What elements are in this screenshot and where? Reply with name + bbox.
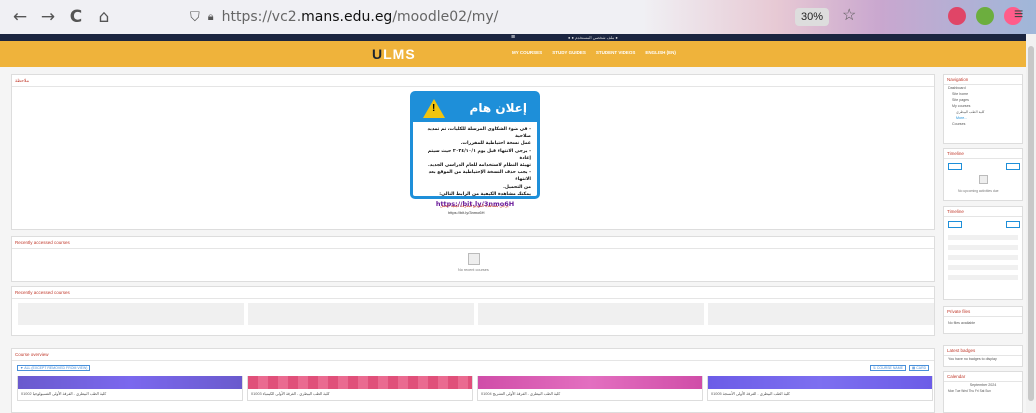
timeline-sort-button[interactable] bbox=[1006, 221, 1020, 228]
latest-badges-text: You have no badges to display bbox=[948, 357, 997, 361]
announcement-line: - يرجى الانتهاء قبل يوم ٢٠٢٤/١٠/١ حيث سي… bbox=[427, 148, 531, 161]
block-heading: Navigation bbox=[944, 75, 1022, 85]
reload-icon[interactable]: C bbox=[62, 3, 90, 31]
announcement-header: ! إعلان هام bbox=[413, 94, 537, 122]
empty-state-icon bbox=[979, 175, 988, 184]
bookmark-star-icon[interactable]: ☆ bbox=[842, 5, 856, 25]
placeholder-row bbox=[948, 275, 1018, 280]
course-name[interactable]: كلية الطب البيطري - الفرقة الأولى الفسيو… bbox=[21, 391, 106, 396]
announcement-line: من التحميل. bbox=[503, 184, 531, 190]
course-image bbox=[478, 376, 702, 389]
placeholder-row bbox=[948, 245, 1018, 250]
course-name[interactable]: كلية الطب البيطري - الفرقة الأولى الأنسج… bbox=[711, 391, 790, 396]
block-heading: Latest badges bbox=[944, 346, 1022, 356]
empty-state-text: No upcoming activities due bbox=[958, 189, 999, 193]
recent-courses-block: Recently accessed courses No recent cour… bbox=[11, 236, 935, 282]
hamburger-icon[interactable]: ≡ bbox=[511, 34, 515, 41]
announcement-line: - في ضوء الشكاوى المرسلة للكليات، تم تمد… bbox=[427, 127, 531, 140]
placeholder-row bbox=[948, 255, 1018, 260]
browser-toolbar: ← → C ⌂ ⛉ 🔒︎ https://vc2.mans.edu.eg/moo… bbox=[0, 0, 1036, 34]
course-overview-block: Course overview ▼ ALL (EXCEPT REMOVED FR… bbox=[11, 348, 935, 413]
nav-my-courses[interactable]: MY COURSES bbox=[512, 50, 542, 55]
placeholder-card bbox=[478, 303, 704, 325]
empty-state-icon bbox=[468, 253, 480, 265]
recent-items-block: Recently accessed courses bbox=[11, 286, 935, 336]
block-heading: Timeline bbox=[944, 149, 1022, 159]
block-heading: Course overview bbox=[12, 349, 934, 361]
announcement-card: ! إعلان هام - في ضوء الشكاوى المرسلة للك… bbox=[410, 91, 540, 208]
block-heading: Calendar bbox=[944, 372, 1022, 382]
announcement-caption-link[interactable]: https://bit.ly/3nmo6H bbox=[448, 210, 484, 215]
nav-student-videos[interactable]: STUDENT VIDEOS bbox=[596, 50, 636, 55]
back-icon[interactable]: ← bbox=[6, 3, 34, 31]
announcement-body: - في ضوء الشكاوى المرسلة للكليات، تم تمد… bbox=[413, 122, 537, 212]
calendar-days: Mon Tue Wed Thu Fri Sat Sun bbox=[948, 389, 991, 393]
pocket-icon[interactable] bbox=[948, 7, 966, 25]
timeline-sort-button[interactable] bbox=[1006, 163, 1020, 170]
placeholder-card bbox=[708, 303, 934, 325]
site-header: ULMS MY COURSES STUDY GUIDES STUDENT VID… bbox=[0, 41, 1026, 67]
timeline-filter-button[interactable] bbox=[948, 163, 962, 170]
site-topbar: ≡ ● ● ملف شخصي المستخدم ● bbox=[0, 34, 1026, 41]
private-files-text: No files available bbox=[948, 321, 976, 325]
filter-dropdown[interactable]: ▼ ALL (EXCEPT REMOVED FROM VIEW) bbox=[17, 365, 91, 371]
placeholder-row bbox=[948, 265, 1018, 270]
home-icon[interactable]: ⌂ bbox=[90, 3, 118, 31]
address-bar[interactable]: ⛉ 🔒︎ https://vc2.mans.edu.eg/moodle02/my… bbox=[190, 6, 830, 28]
announcement-caption: يرجى مشاهدة الفيديو لمعرفة كيفية العمل bbox=[440, 203, 509, 208]
placeholder-card bbox=[248, 303, 474, 325]
course-image bbox=[248, 376, 472, 389]
latest-badges-block: Latest badges You have no badges to disp… bbox=[943, 345, 1023, 367]
announcement-line: تهيئة النظام لاستخدامه للعام الدراسي الج… bbox=[427, 163, 531, 169]
nav-courses[interactable]: Courses bbox=[944, 121, 1022, 127]
announcement-line: عمل نسخة احتياطية للمقررات. bbox=[460, 141, 531, 147]
announcement-line: يمكنك مشاهدة الكيفية من الرابط التالي: bbox=[439, 191, 531, 197]
block-heading: ملاحظة bbox=[12, 75, 934, 87]
course-card[interactable]: كلية الطب البيطري - الفرقة الأولى الأنسج… bbox=[707, 376, 933, 401]
nav-language[interactable]: ENGLISH (EN) bbox=[645, 50, 676, 55]
course-image bbox=[708, 376, 932, 389]
extension-icons bbox=[948, 7, 1022, 25]
block-heading: Recently accessed courses bbox=[12, 237, 934, 249]
lock-icon: 🔒︎ bbox=[207, 10, 214, 23]
course-name[interactable]: كلية الطب البيطري - الفرقة الأولى التشري… bbox=[481, 391, 560, 396]
private-files-block: Private files No files available bbox=[943, 306, 1023, 334]
user-menu[interactable]: ● ● ملف شخصي المستخدم ● bbox=[568, 35, 618, 40]
block-heading: Timeline bbox=[944, 207, 1022, 217]
warning-icon: ! bbox=[423, 98, 445, 118]
course-card[interactable]: كلية الطب البيطري - الفرقة الأولى التشري… bbox=[477, 376, 703, 401]
site-logo[interactable]: ULMS bbox=[372, 46, 416, 62]
scrollbar-thumb[interactable] bbox=[1028, 46, 1034, 401]
course-name[interactable]: كلية الطب البيطري - الفرقة الأولى الكيمي… bbox=[251, 391, 329, 396]
timeline-block-2: Timeline bbox=[943, 206, 1023, 300]
empty-state-text: No recent courses bbox=[458, 268, 489, 272]
calendar-block: Calendar September 2024 Mon Tue Wed Thu … bbox=[943, 371, 1023, 413]
block-heading: Recently accessed courses bbox=[12, 287, 934, 299]
shield-icon: ⛉ bbox=[190, 9, 200, 24]
announcement-title: إعلان هام bbox=[469, 101, 527, 115]
url-text: https://vc2.mans.edu.eg/moodle02/my/ bbox=[221, 9, 499, 25]
course-image bbox=[18, 376, 242, 389]
nav-study-guides[interactable]: STUDY GUIDES bbox=[552, 50, 586, 55]
timeline-filter-button[interactable] bbox=[948, 221, 962, 228]
browser-menu-icon[interactable]: ≡ bbox=[1014, 6, 1023, 24]
block-heading: Private files bbox=[944, 307, 1022, 317]
placeholder-row bbox=[948, 235, 1018, 240]
navigation-block: Navigation Dashboard Site home Site page… bbox=[943, 74, 1023, 144]
sort-dropdown[interactable]: ⇅ COURSE NAME bbox=[870, 365, 906, 371]
placeholder-card bbox=[18, 303, 244, 325]
timeline-block: Timeline No upcoming activities due bbox=[943, 148, 1023, 201]
zoom-level-badge[interactable]: 30% bbox=[795, 8, 829, 26]
main-navigation: MY COURSES STUDY GUIDES STUDENT VIDEOS E… bbox=[512, 50, 676, 55]
course-card[interactable]: كلية الطب البيطري - الفرقة الأولى الفسيو… bbox=[17, 376, 243, 401]
forward-icon[interactable]: → bbox=[34, 3, 62, 31]
announcement-line: - يجب حذف النسخة الإحتياطية من الموقع بع… bbox=[428, 170, 531, 183]
extension-icon[interactable] bbox=[976, 7, 994, 25]
view-dropdown[interactable]: ▦ CARD bbox=[909, 365, 930, 371]
course-card[interactable]: كلية الطب البيطري - الفرقة الأولى الكيمي… bbox=[247, 376, 473, 401]
